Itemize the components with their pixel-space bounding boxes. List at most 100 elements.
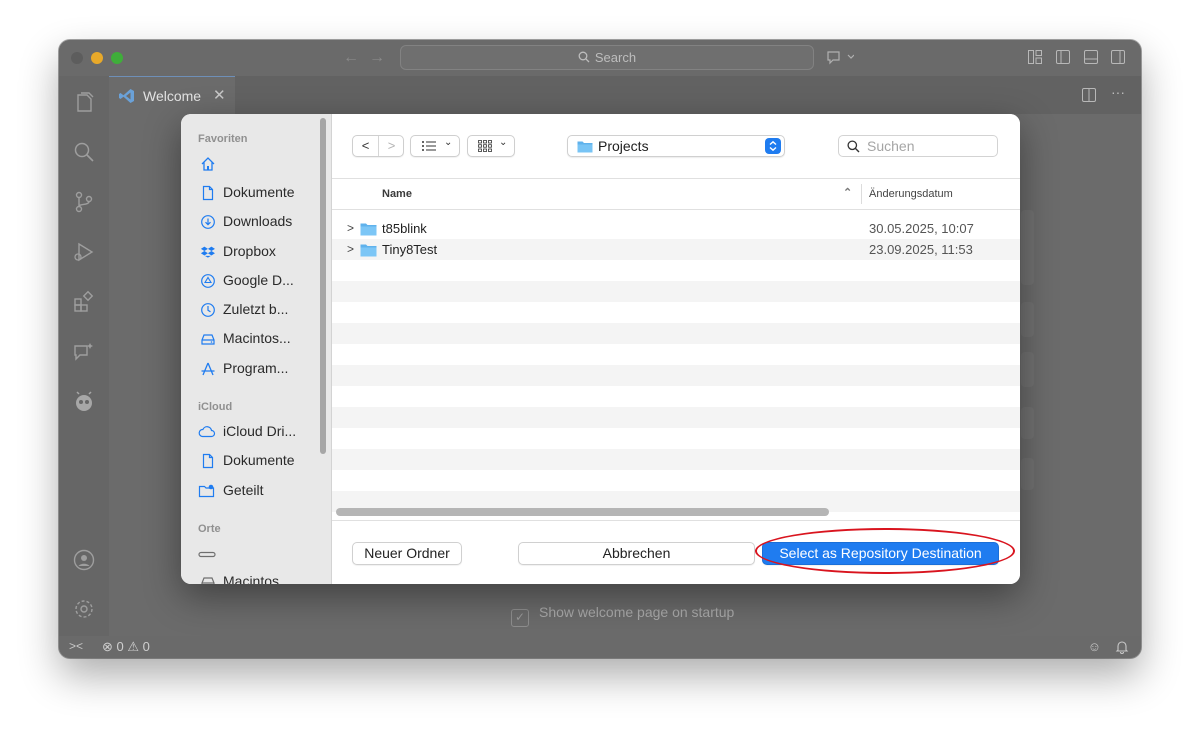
empty-row — [332, 281, 1020, 302]
sidebar-item-macintosh-place[interactable]: Macintos... — [198, 570, 328, 584]
error-count: 0 — [116, 639, 124, 654]
back-forward-buttons: < > — [352, 135, 404, 157]
file-name: Tiny8Test — [382, 242, 438, 257]
warning-icon: ⚠ — [127, 639, 140, 654]
source-control-icon[interactable] — [72, 190, 96, 214]
show-welcome-checkbox[interactable]: ✓ Show welcome page on startup — [511, 604, 734, 627]
sidebar-item-icloud-dokumente[interactable]: Dokumente — [198, 449, 328, 471]
dialog-sidebar: Favoriten Dokumente Downloads Dropbox Go… — [181, 114, 332, 584]
more-actions-icon[interactable]: ··· — [1111, 84, 1125, 100]
file-row[interactable]: > t85blink 30.05.2025, 10:07 — [332, 218, 1020, 239]
column-name-header[interactable]: Name — [382, 188, 412, 200]
command-center-search[interactable]: Search — [400, 45, 814, 70]
back-chevron-icon[interactable]: < — [353, 136, 379, 156]
file-row[interactable]: > Tiny8Test 23.09.2025, 11:53 — [332, 239, 1020, 260]
file-list: > t85blink 30.05.2025, 10:07 > Tiny8Test… — [332, 210, 1020, 512]
sidebar-item-downloads[interactable]: Downloads — [198, 210, 328, 232]
grid-view-menu[interactable]: ⌄ — [467, 135, 515, 157]
folder-icon — [577, 141, 593, 153]
cancel-button[interactable]: Abbrechen — [518, 542, 755, 565]
copilot-icon[interactable]: ☺ — [1088, 639, 1101, 654]
dialog-main: < > ⌄ ⌄ Projects Suchen Name ⌃ Änderungs… — [332, 114, 1020, 584]
back-arrow-icon[interactable]: ← — [343, 48, 359, 68]
sidebar-item-label: Geteilt — [223, 482, 264, 498]
settings-gear-icon[interactable] — [72, 597, 96, 621]
welcome-checkbox-label: Show welcome page on startup — [539, 604, 735, 620]
sidebar-item-recents[interactable]: Zuletzt b... — [198, 298, 328, 320]
location-popup[interactable]: Projects — [567, 135, 785, 157]
places-heading: Orte — [198, 523, 221, 535]
sidebar-scrollbar[interactable] — [320, 118, 326, 454]
sidebar-item-icloud-drive[interactable]: iCloud Dri... — [198, 420, 328, 442]
location-label: Projects — [598, 138, 649, 154]
remote-icon[interactable]: >< — [69, 639, 83, 653]
search-icon — [847, 140, 860, 153]
file-modified: 30.05.2025, 10:07 — [869, 221, 974, 236]
popup-stepper-icon — [765, 138, 781, 154]
zoom-window-button[interactable] — [111, 52, 123, 64]
minimize-window-button[interactable] — [91, 52, 103, 64]
sidebar-item-drive[interactable] — [198, 542, 328, 564]
toggle-secondary-sidebar-icon[interactable] — [1110, 49, 1126, 65]
sidebar-item-dropbox[interactable]: Dropbox — [198, 240, 328, 262]
platformio-icon[interactable] — [72, 390, 96, 414]
problems-indicator[interactable]: ⊗ 0 ⚠ 0 — [102, 639, 150, 655]
search-icon[interactable] — [72, 140, 96, 164]
sidebar-item-label: Dokumente — [223, 452, 295, 468]
forward-arrow-icon[interactable]: → — [369, 48, 385, 68]
sidebar-item-dokumente[interactable]: Dokumente — [198, 181, 328, 203]
sidebar-item-label: Dropbox — [223, 243, 276, 259]
forward-chevron-icon[interactable]: > — [379, 136, 404, 156]
disk-icon — [201, 334, 215, 345]
vscode-logo-icon — [119, 89, 134, 103]
close-window-button[interactable] — [71, 52, 83, 64]
explorer-icon[interactable] — [72, 90, 96, 114]
shared-folder-icon — [198, 484, 215, 498]
editor-tab-bar: Welcome ✕ ··· — [109, 76, 1141, 114]
tab-welcome[interactable]: Welcome ✕ — [109, 76, 235, 114]
column-header: Name ⌃ Änderungsdatum — [332, 179, 1020, 210]
sidebar-item-shared[interactable]: Geteilt — [198, 479, 328, 501]
sidebar-item-macintosh[interactable]: Macintos... — [198, 327, 328, 349]
chat-sparkle-icon[interactable] — [826, 49, 854, 65]
file-modified: 23.09.2025, 11:53 — [869, 242, 973, 257]
status-bar: >< ⊗ 0 ⚠ 0 ☺ — [59, 636, 1141, 658]
sidebar-item-google-drive[interactable]: Google D... — [198, 269, 328, 291]
welcome-content-edge — [1021, 352, 1034, 387]
toggle-panel-icon[interactable] — [1083, 49, 1099, 65]
accounts-icon[interactable] — [72, 548, 96, 572]
customize-layout-icon[interactable] — [1027, 49, 1043, 65]
dialog-search-input[interactable]: Suchen — [838, 135, 998, 157]
split-editor-icon[interactable] — [1081, 87, 1097, 103]
run-debug-icon[interactable] — [72, 240, 96, 264]
extensions-icon[interactable] — [72, 290, 96, 314]
notifications-bell-icon[interactable] — [1115, 640, 1129, 654]
sidebar-item-label: Google D... — [223, 272, 294, 288]
disclosure-chevron-icon[interactable]: > — [347, 218, 354, 239]
search-label: Search — [594, 50, 637, 65]
column-modified-header[interactable]: Änderungsdatum — [869, 188, 953, 200]
applications-icon — [201, 362, 215, 376]
activity-bar — [59, 76, 109, 636]
empty-row — [332, 365, 1020, 386]
horizontal-scrollbar[interactable] — [336, 508, 829, 516]
disclosure-chevron-icon[interactable]: > — [347, 239, 354, 260]
sort-ascending-icon[interactable]: ⌃ — [843, 186, 852, 199]
file-name: t85blink — [382, 221, 427, 236]
new-folder-button[interactable]: Neuer Ordner — [352, 542, 462, 565]
toggle-primary-sidebar-icon[interactable] — [1055, 49, 1071, 65]
sidebar-item-programs[interactable]: Program... — [198, 357, 328, 379]
sidebar-item-label: Downloads — [223, 213, 293, 229]
sidebar-item-home[interactable] — [198, 152, 328, 174]
column-divider[interactable] — [861, 184, 862, 204]
list-view-icon — [422, 141, 436, 151]
chat-icon[interactable] — [72, 340, 96, 364]
sidebar-item-label: Dokumente — [223, 184, 295, 200]
empty-row — [332, 407, 1020, 428]
close-tab-icon[interactable]: ✕ — [213, 86, 226, 104]
file-picker-dialog: Favoriten Dokumente Downloads Dropbox Go… — [181, 114, 1020, 584]
folder-icon — [360, 244, 377, 257]
list-view-menu[interactable]: ⌄ — [410, 135, 460, 157]
warning-count: 0 — [142, 639, 150, 654]
document-icon — [202, 185, 214, 201]
